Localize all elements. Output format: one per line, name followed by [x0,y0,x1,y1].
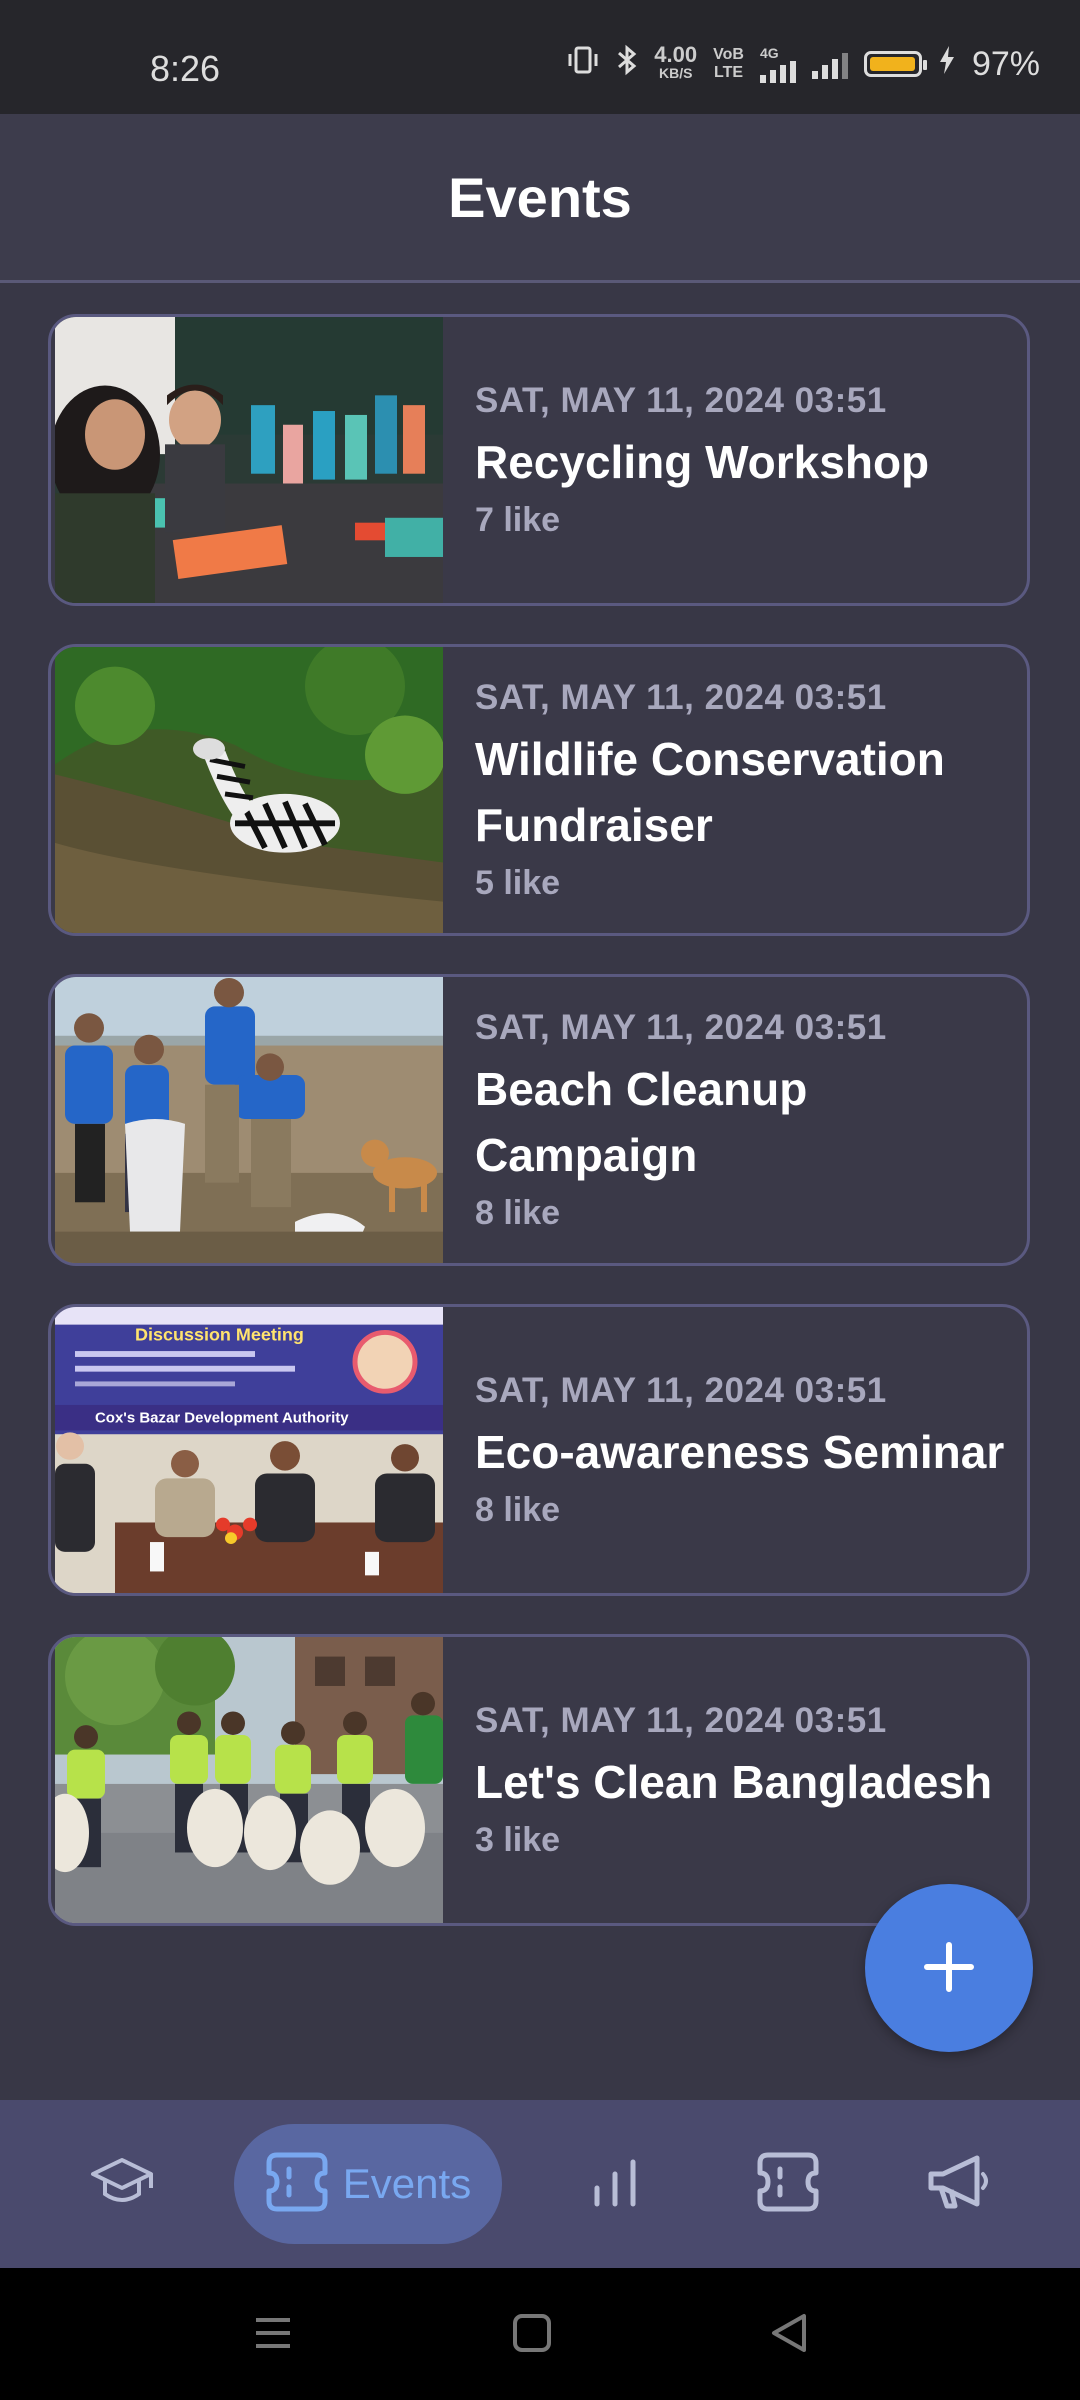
event-image [55,647,443,933]
charging-icon [938,45,956,83]
event-info: SAT, MAY 11, 2024 03:51 Recycling Worksh… [475,317,1007,603]
plus-icon [921,1939,977,1998]
ticket-icon [265,2151,329,2218]
app-header: Events [0,114,1080,283]
volte-indicator: VoB LTE [713,46,744,81]
bluetooth-icon [616,44,638,84]
status-icons: 4.00 KB/S VoB LTE 4G 97% [566,44,1040,84]
event-image [55,1637,443,1923]
event-title: Eco-awareness Seminar [475,1425,1005,1478]
banner-title: Discussion Meeting [135,1324,304,1344]
event-date: SAT, MAY 11, 2024 03:51 [475,1370,887,1410]
signal-4g: 4G [759,45,796,83]
event-card[interactable]: SAT, MAY 11, 2024 03:51 Wildlife Conserv… [48,644,1030,936]
event-image: Discussion Meeting Cox's Bazar Developme… [55,1307,443,1593]
banner-org: Cox's Bazar Development Authority [95,1411,349,1427]
add-event-button[interactable] [865,1884,1033,2052]
net-speed: 4.00 KB/S [654,42,698,82]
event-card[interactable]: SAT, MAY 11, 2024 03:51 Recycling Worksh… [48,314,1030,606]
megaphone-icon [925,2152,991,2217]
bar-chart-icon [587,2154,643,2215]
event-info: SAT, MAY 11, 2024 03:51 Let's Clean Bang… [475,1637,1007,1923]
event-info: SAT, MAY 11, 2024 03:51 Wildlife Conserv… [475,647,1007,933]
event-likes: 3 like [475,1820,561,1859]
event-card[interactable]: SAT, MAY 11, 2024 03:51 Let's Clean Bang… [48,1634,1030,1926]
event-date: SAT, MAY 11, 2024 03:51 [475,1700,887,1740]
ticket-icon [756,2151,820,2218]
event-card[interactable]: Discussion Meeting Cox's Bazar Developme… [48,1304,1030,1596]
event-date: SAT, MAY 11, 2024 03:51 [475,677,887,717]
event-title: Beach Cleanup Campaign [475,1062,808,1181]
status-time: 8:26 [150,48,221,89]
event-title: Wildlife Conservation Fundraiser [475,732,945,851]
battery-icon [863,51,927,77]
back-icon[interactable] [766,2310,812,2361]
battery-percent: 97% [971,44,1040,83]
event-image [55,317,443,603]
event-likes: 5 like [475,863,561,902]
nav-events[interactable]: Events [234,2124,502,2244]
nav-events-label: Events [342,2160,472,2207]
event-info: SAT, MAY 11, 2024 03:51 Beach Cleanup Ca… [475,977,1007,1263]
nav-tickets[interactable] [728,2124,848,2244]
bottom-nav: Events [0,2100,1080,2268]
event-likes: 7 like [475,500,561,539]
event-title: Recycling Workshop [475,435,930,488]
event-likes: 8 like [475,1490,561,1529]
vibrate-icon [566,45,600,83]
status-bar: 8:26 4.00 KB/S VoB LTE 4G 97% [0,0,1080,114]
event-likes: 8 like [475,1193,561,1232]
menu-icon[interactable] [250,2310,296,2361]
graduation-cap-icon [89,2154,155,2215]
event-title: Let's Clean Bangladesh [475,1755,993,1808]
event-date: SAT, MAY 11, 2024 03:51 [475,380,887,420]
event-card[interactable]: SAT, MAY 11, 2024 03:51 Beach Cleanup Ca… [48,974,1030,1266]
nav-announcements[interactable] [898,2124,1018,2244]
home-icon[interactable] [509,2310,555,2361]
event-info: SAT, MAY 11, 2024 03:51 Eco-awareness Se… [475,1307,1007,1593]
signal-icon-2 [811,49,848,79]
event-date: SAT, MAY 11, 2024 03:51 [475,1007,887,1047]
event-image [55,977,443,1263]
signal-icon [759,61,796,83]
nav-stats[interactable] [555,2124,675,2244]
page-title: Events [448,165,632,229]
system-nav-bar [0,2268,1080,2400]
nav-learn[interactable] [62,2124,182,2244]
